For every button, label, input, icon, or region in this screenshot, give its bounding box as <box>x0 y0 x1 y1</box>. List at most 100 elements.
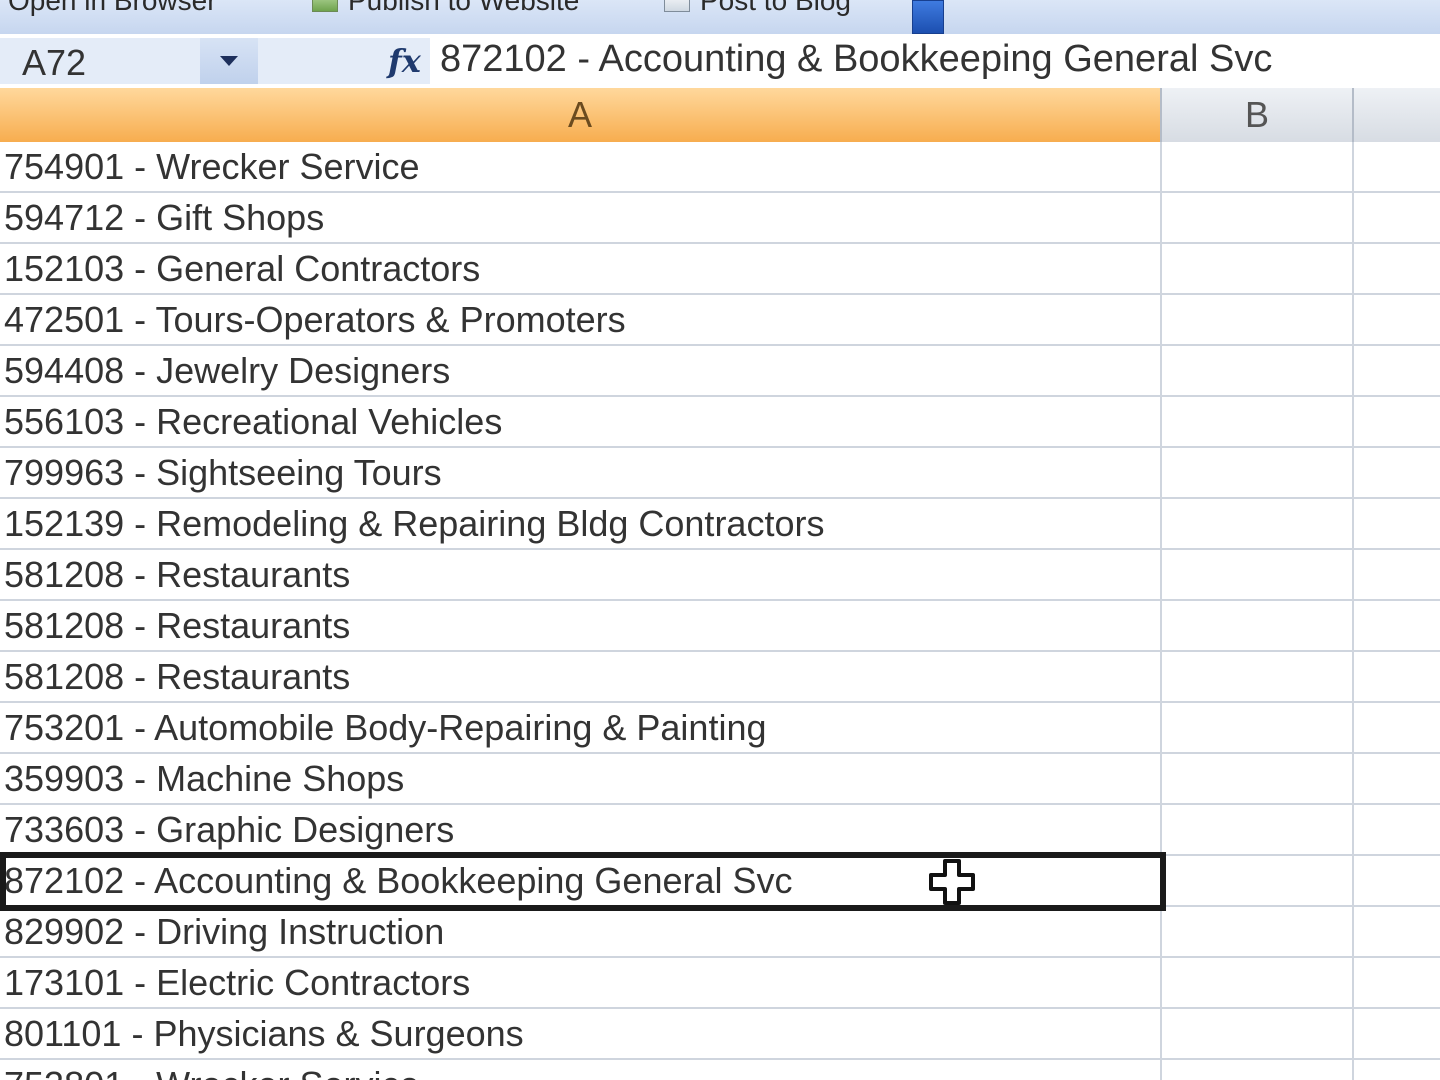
name-box-value: A72 <box>22 42 87 83</box>
cell-b[interactable] <box>1162 397 1354 446</box>
table-row: 753201 - Automobile Body-Repairing & Pai… <box>0 703 1440 754</box>
formula-bar: A72 fx 872102 - Accounting & Bookkeeping… <box>0 34 1440 90</box>
cell-a[interactable]: 753201 - Automobile Body-Repairing & Pai… <box>0 703 1162 752</box>
cell-b[interactable] <box>1162 856 1354 905</box>
table-row: 152139 - Remodeling & Repairing Bldg Con… <box>0 499 1440 550</box>
cell-c[interactable] <box>1354 193 1440 242</box>
cell-a[interactable]: 753801 - Wrecker Service <box>0 1060 1162 1080</box>
table-row: 594712 - Gift Shops <box>0 193 1440 244</box>
cell-a[interactable]: 152139 - Remodeling & Repairing Bldg Con… <box>0 499 1162 548</box>
cell-c[interactable] <box>1354 295 1440 344</box>
toolbar-item-label: Post to Blog <box>700 0 851 16</box>
publish-to-website-button[interactable]: Publish to Website <box>312 0 579 16</box>
cell-c[interactable] <box>1354 958 1440 1007</box>
cell-b[interactable] <box>1162 601 1354 650</box>
cell-b[interactable] <box>1162 652 1354 701</box>
cell-c[interactable] <box>1354 397 1440 446</box>
toolbar-item-label: Publish to Website <box>348 0 580 16</box>
cell-a[interactable]: 799963 - Sightseeing Tours <box>0 448 1162 497</box>
cell-c[interactable] <box>1354 856 1440 905</box>
cell-a[interactable]: 359903 - Machine Shops <box>0 754 1162 803</box>
cell-b[interactable] <box>1162 958 1354 1007</box>
cell-b[interactable] <box>1162 805 1354 854</box>
cell-a[interactable]: 581208 - Restaurants <box>0 652 1162 701</box>
post-to-blog-button[interactable]: Post to Blog <box>664 0 851 16</box>
chevron-down-icon <box>220 56 238 66</box>
column-header-a[interactable]: A <box>0 88 1162 142</box>
table-row: 829902 - Driving Instruction <box>0 907 1440 958</box>
publish-icon <box>312 0 338 12</box>
cell-a[interactable]: 829902 - Driving Instruction <box>0 907 1162 956</box>
cell-a[interactable]: 472501 - Tours-Operators & Promoters <box>0 295 1162 344</box>
toolbar-options-icon[interactable] <box>912 0 944 34</box>
table-row: 594408 - Jewelry Designers <box>0 346 1440 397</box>
cell-grid: 754901 - Wrecker Service 594712 - Gift Sh… <box>0 142 1440 1080</box>
cell-a[interactable]: 801101 - Physicians & Surgeons <box>0 1009 1162 1058</box>
cell-c[interactable] <box>1354 1060 1440 1080</box>
cell-b[interactable] <box>1162 193 1354 242</box>
toolbar: Open in Browser Publish to Website Post … <box>0 0 1440 35</box>
cell-b[interactable] <box>1162 142 1354 191</box>
cell-c[interactable] <box>1354 652 1440 701</box>
table-row: 581208 - Restaurants <box>0 652 1440 703</box>
table-row: 801101 - Physicians & Surgeons <box>0 1009 1440 1060</box>
cell-b[interactable] <box>1162 346 1354 395</box>
cell-c[interactable] <box>1354 142 1440 191</box>
table-row: 359903 - Machine Shops <box>0 754 1440 805</box>
blog-icon <box>664 0 690 12</box>
spreadsheet-window: Open in Browser Publish to Website Post … <box>0 0 1440 1080</box>
cell-a[interactable]: 872102 - Accounting & Bookkeeping Genera… <box>0 856 1162 905</box>
cell-b[interactable] <box>1162 1060 1354 1080</box>
cell-c[interactable] <box>1354 448 1440 497</box>
open-in-browser-button[interactable]: Open in Browser <box>8 0 217 16</box>
cell-c[interactable] <box>1354 805 1440 854</box>
cell-c[interactable] <box>1354 499 1440 548</box>
cell-a[interactable]: 152103 - General Contractors <box>0 244 1162 293</box>
cell-c[interactable] <box>1354 907 1440 956</box>
cell-a[interactable]: 594712 - Gift Shops <box>0 193 1162 242</box>
cell-b[interactable] <box>1162 907 1354 956</box>
cell-a[interactable]: 581208 - Restaurants <box>0 550 1162 599</box>
formula-input[interactable]: 872102 - Accounting & Bookkeeping Genera… <box>440 38 1272 81</box>
cell-c[interactable] <box>1354 1009 1440 1058</box>
table-row: 753801 - Wrecker Service <box>0 1060 1440 1080</box>
table-row: 472501 - Tours-Operators & Promoters <box>0 295 1440 346</box>
cell-c[interactable] <box>1354 244 1440 293</box>
cell-a[interactable]: 581208 - Restaurants <box>0 601 1162 650</box>
cell-a[interactable]: 594408 - Jewelry Designers <box>0 346 1162 395</box>
table-row: 799963 - Sightseeing Tours <box>0 448 1440 499</box>
cell-a[interactable]: 173101 - Electric Contractors <box>0 958 1162 1007</box>
cell-c[interactable] <box>1354 601 1440 650</box>
cell-b[interactable] <box>1162 244 1354 293</box>
cell-b[interactable] <box>1162 1009 1354 1058</box>
cell-c[interactable] <box>1354 346 1440 395</box>
cell-b[interactable] <box>1162 550 1354 599</box>
table-row: 152103 - General Contractors <box>0 244 1440 295</box>
cell-c[interactable] <box>1354 703 1440 752</box>
table-row: 173101 - Electric Contractors <box>0 958 1440 1009</box>
cell-b[interactable] <box>1162 295 1354 344</box>
fx-icon[interactable]: fx <box>388 42 421 80</box>
toolbar-item-label: Open in Browser <box>8 0 217 16</box>
column-header-b[interactable]: B <box>1162 88 1354 142</box>
cell-c[interactable] <box>1354 754 1440 803</box>
column-header-c[interactable] <box>1354 88 1440 142</box>
table-row: 581208 - Restaurants <box>0 601 1440 652</box>
cell-a[interactable]: 733603 - Graphic Designers <box>0 805 1162 854</box>
insert-function-area: fx <box>258 38 430 84</box>
cell-b[interactable] <box>1162 754 1354 803</box>
table-row: 872102 - Accounting & Bookkeeping Genera… <box>0 856 1440 907</box>
cell-b[interactable] <box>1162 703 1354 752</box>
table-row: 581208 - Restaurants <box>0 550 1440 601</box>
cell-c[interactable] <box>1354 550 1440 599</box>
table-row: 556103 - Recreational Vehicles <box>0 397 1440 448</box>
table-row: 733603 - Graphic Designers <box>0 805 1440 856</box>
cell-a[interactable]: 754901 - Wrecker Service <box>0 142 1162 191</box>
column-header-row: A B <box>0 88 1440 144</box>
cell-b[interactable] <box>1162 448 1354 497</box>
name-box-dropdown-button[interactable] <box>200 38 259 84</box>
table-row: 754901 - Wrecker Service <box>0 142 1440 193</box>
cell-a[interactable]: 556103 - Recreational Vehicles <box>0 397 1162 446</box>
name-box[interactable]: A72 <box>0 38 201 84</box>
cell-b[interactable] <box>1162 499 1354 548</box>
